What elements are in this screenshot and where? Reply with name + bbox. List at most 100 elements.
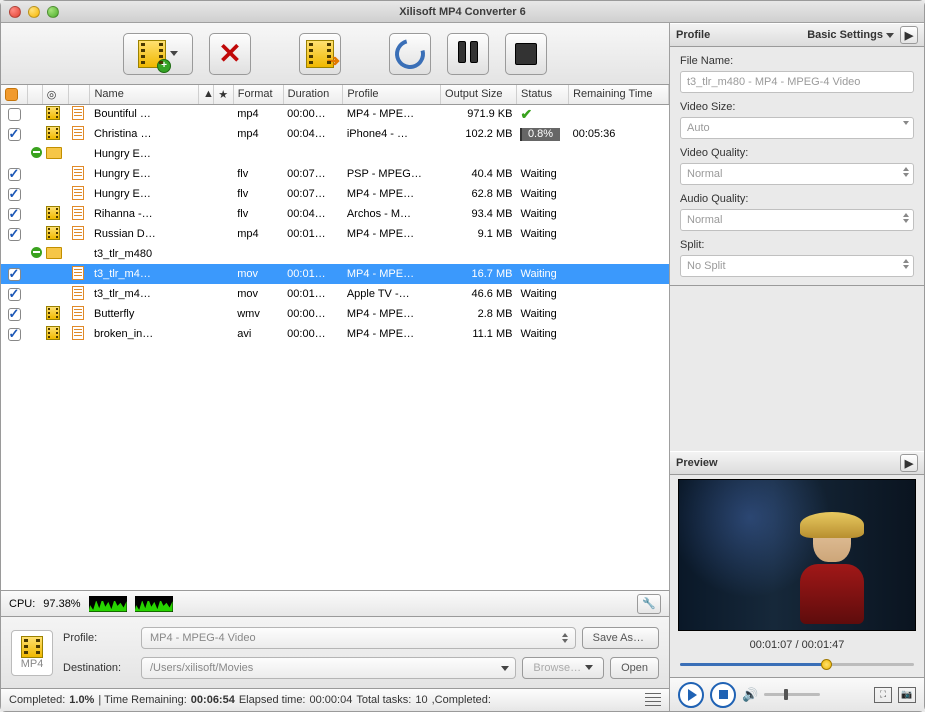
task-list-icon[interactable]	[645, 693, 661, 707]
table-row[interactable]: Hungry E…flv00:07…PSP - MPEG…40.4 MBWait…	[1, 164, 669, 184]
cpu-graph-icon	[135, 596, 173, 612]
player-stop-button[interactable]	[710, 682, 736, 708]
cpu-value: 97.38%	[43, 598, 80, 610]
folder-icon	[46, 147, 62, 159]
table-row[interactable]: Hungry E…	[1, 144, 669, 164]
document-icon	[72, 226, 84, 240]
remove-button[interactable]: ✕	[209, 33, 251, 75]
remove-icon: ✕	[218, 37, 241, 70]
table-row[interactable]: Bountiful …mp400:00…MP4 - MPE…971.9 KB✔	[1, 104, 669, 124]
row-checkbox[interactable]	[8, 188, 21, 201]
split-label: Split:	[680, 239, 914, 251]
audio-quality-select[interactable]: Normal	[680, 209, 914, 231]
play-icon	[688, 689, 697, 701]
browse-button[interactable]: Browse…	[522, 657, 604, 679]
video-icon	[46, 226, 60, 240]
cpu-label: CPU:	[9, 598, 35, 610]
document-icon	[72, 326, 84, 340]
player-controls: 🔊 ⛶ 📷	[670, 677, 924, 711]
table-row[interactable]: Christina …mp400:04…iPhone4 - …102.2 MB0…	[1, 124, 669, 144]
row-checkbox[interactable]	[8, 208, 21, 221]
file-table[interactable]: ◎ Name ▲ ★ Format Duration Profile Outpu…	[1, 85, 669, 591]
seek-slider[interactable]	[680, 657, 914, 671]
row-checkbox[interactable]	[8, 308, 21, 321]
document-icon	[72, 126, 84, 140]
titlebar: Xilisoft MP4 Converter 6	[1, 1, 924, 23]
open-button[interactable]: Open	[610, 657, 659, 679]
stop-square-icon	[719, 690, 728, 699]
table-row[interactable]: t3_tlr_m4…mov00:01…MP4 - MPE…16.7 MBWait…	[1, 264, 669, 284]
row-checkbox[interactable]	[8, 328, 21, 341]
add-file-button[interactable]: +	[123, 33, 193, 75]
volume-slider[interactable]	[764, 693, 820, 696]
output-panel: MP4 Profile: MP4 - MPEG-4 Video Save As……	[1, 617, 669, 689]
video-icon	[46, 326, 60, 340]
profile-select[interactable]: MP4 - MPEG-4 Video	[141, 627, 576, 649]
document-icon	[72, 306, 84, 320]
table-row[interactable]: Hungry E…flv00:07…MP4 - MPE…62.8 MBWaiti…	[1, 184, 669, 204]
table-row[interactable]: Russian D…mp400:01…MP4 - MPE…9.1 MBWaiti…	[1, 224, 669, 244]
film-add-icon: +	[138, 40, 166, 68]
row-checkbox[interactable]	[8, 128, 21, 141]
fullscreen-button[interactable]: ⛶	[874, 687, 892, 703]
profile-panel: File Name: t3_tlr_m480 - MP4 - MPEG-4 Vi…	[670, 47, 924, 286]
table-row[interactable]: Rihanna -…flv00:04…Archos - M…93.4 MBWai…	[1, 204, 669, 224]
row-checkbox[interactable]	[8, 288, 21, 301]
table-header[interactable]: ◎ Name ▲ ★ Format Duration Profile Outpu…	[1, 85, 669, 104]
document-icon	[72, 166, 84, 180]
convert-button[interactable]	[389, 33, 431, 75]
preview-video[interactable]	[678, 479, 916, 631]
video-size-select[interactable]: Auto	[680, 117, 914, 139]
cpu-graph-icon	[89, 596, 127, 612]
video-quality-select[interactable]: Normal	[680, 163, 914, 185]
snapshot-button[interactable]: 📷	[898, 687, 916, 703]
table-row[interactable]: t3_tlr_m4…mov00:01…Apple TV -…46.6 MBWai…	[1, 284, 669, 304]
video-icon	[46, 106, 60, 120]
table-row[interactable]: Butterflywmv00:00…MP4 - MPE…2.8 MBWaitin…	[1, 304, 669, 324]
row-checkbox[interactable]	[8, 268, 21, 281]
preview-panel-header: Preview ▶	[670, 451, 924, 475]
video-quality-label: Video Quality:	[680, 147, 914, 159]
dropdown-caret-icon	[170, 51, 178, 56]
row-checkbox[interactable]	[8, 228, 21, 241]
progress-bar: 0.8%	[520, 128, 560, 141]
stop-button[interactable]	[505, 33, 547, 75]
document-icon	[72, 266, 84, 280]
table-row[interactable]: t3_tlr_m480	[1, 244, 669, 264]
document-icon	[72, 286, 84, 300]
save-as-button[interactable]: Save As…	[582, 627, 659, 649]
pause-button[interactable]	[447, 33, 489, 75]
main-toolbar: + ✕ ➔	[1, 23, 669, 85]
profile-label: Profile:	[63, 632, 135, 644]
audio-quality-label: Audio Quality:	[680, 193, 914, 205]
collapse-profile-button[interactable]: ▶	[900, 26, 918, 44]
document-icon	[72, 106, 84, 120]
stop-icon	[515, 43, 537, 65]
basic-settings-menu[interactable]: Basic Settings	[807, 29, 894, 41]
collapse-preview-button[interactable]: ▶	[900, 454, 918, 472]
file-name-input[interactable]: t3_tlr_m480 - MP4 - MPEG-4 Video	[680, 71, 914, 93]
split-select[interactable]: No Split	[680, 255, 914, 277]
convert-icon	[390, 33, 431, 74]
document-icon	[72, 206, 84, 220]
destination-select[interactable]: /Users/xilisoft/Movies	[141, 657, 516, 679]
document-icon	[72, 186, 84, 200]
settings-button[interactable]: 🔧	[637, 594, 661, 614]
video-icon	[46, 306, 60, 320]
profile-panel-header: Profile Basic Settings ▶	[670, 23, 924, 47]
export-button[interactable]: ➔	[299, 33, 341, 75]
collapse-icon[interactable]	[31, 247, 42, 258]
select-all-checkbox[interactable]	[5, 88, 18, 101]
destination-label: Destination:	[63, 662, 135, 674]
collapse-icon[interactable]	[31, 147, 42, 158]
row-checkbox[interactable]	[8, 108, 21, 121]
row-checkbox[interactable]	[8, 168, 21, 181]
play-button[interactable]	[678, 682, 704, 708]
video-icon	[46, 126, 60, 140]
volume-icon[interactable]: 🔊	[742, 687, 758, 703]
film-export-icon: ➔	[306, 40, 334, 68]
table-row[interactable]: broken_in…avi00:00…MP4 - MPE…11.1 MBWait…	[1, 324, 669, 344]
cpu-bar: CPU: 97.38% 🔧	[1, 591, 669, 617]
file-name-label: File Name:	[680, 55, 914, 67]
video-size-label: Video Size:	[680, 101, 914, 113]
